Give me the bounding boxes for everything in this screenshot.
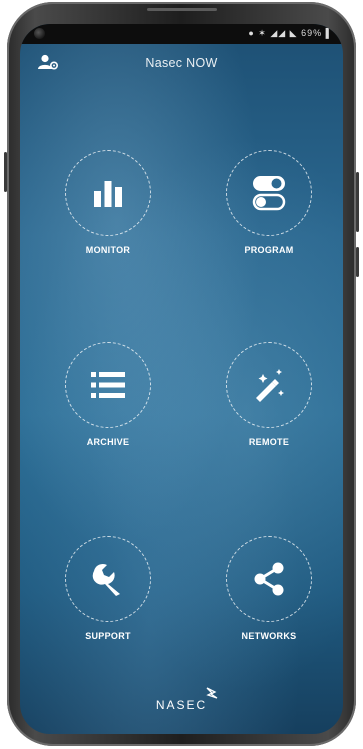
monitor-button[interactable]: MONITOR bbox=[48, 150, 168, 260]
earpiece bbox=[147, 8, 217, 11]
monitor-label: MONITOR bbox=[85, 245, 131, 255]
app-screen: ● ✶ ◢◢ ◣ 69% ▌ Nasec NOW MONITOR PROGRAM… bbox=[20, 24, 343, 734]
front-camera bbox=[34, 28, 45, 39]
support-button[interactable]: SUPPORT bbox=[48, 536, 168, 646]
program-ring bbox=[226, 150, 312, 236]
archive-button[interactable]: ARCHIVE bbox=[48, 342, 168, 452]
nasec-logo: NASEC bbox=[155, 698, 208, 712]
networks-button[interactable]: NETWORKS bbox=[209, 536, 329, 646]
bar-chart-icon bbox=[94, 181, 122, 207]
side-button-right-power bbox=[356, 247, 359, 277]
support-label: SUPPORT bbox=[85, 631, 131, 641]
archive-ring bbox=[65, 342, 151, 428]
program-label: PROGRAM bbox=[244, 245, 294, 255]
monitor-ring bbox=[65, 150, 151, 236]
archive-label: ARCHIVE bbox=[86, 437, 130, 447]
side-button-right-volume bbox=[356, 172, 359, 232]
remote-ring bbox=[226, 342, 312, 428]
share-icon bbox=[254, 562, 284, 596]
networks-ring bbox=[226, 536, 312, 622]
networks-label: NETWORKS bbox=[241, 631, 297, 641]
program-button[interactable]: PROGRAM bbox=[209, 150, 329, 260]
magic-wand-icon bbox=[256, 369, 284, 402]
remote-label: REMOTE bbox=[248, 437, 290, 447]
status-bar: ● ✶ ◢◢ ◣ 69% ▌ bbox=[20, 24, 343, 44]
status-icons: ● ✶ ◢◢ ◣ 69% ▌ bbox=[248, 28, 333, 38]
remote-button[interactable]: REMOTE bbox=[209, 342, 329, 452]
app-header: Nasec NOW bbox=[20, 44, 343, 80]
side-button-left bbox=[4, 152, 7, 192]
wrench-icon bbox=[92, 563, 120, 596]
support-ring bbox=[65, 536, 151, 622]
app-title: Nasec NOW bbox=[145, 56, 218, 70]
list-icon bbox=[91, 372, 125, 398]
toggle-switches-icon bbox=[252, 176, 286, 211]
